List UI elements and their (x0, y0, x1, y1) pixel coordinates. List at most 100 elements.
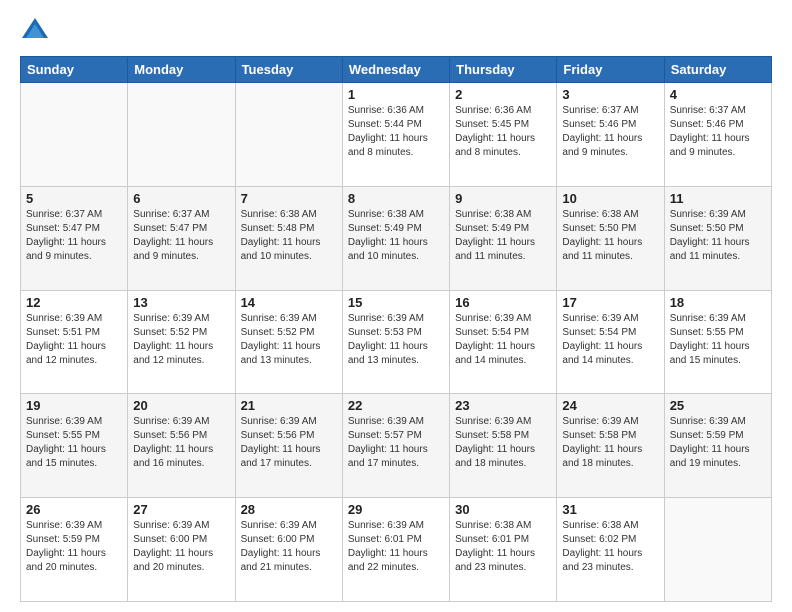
day-info: Sunrise: 6:39 AMSunset: 5:58 PMDaylight:… (562, 415, 658, 471)
logo-icon (20, 16, 50, 46)
table-row: 25 Sunrise: 6:39 AMSunset: 5:59 PMDayligh… (664, 394, 771, 498)
table-row: 16Sunrise: 6:39 AMSunset: 5:54 PMDayligh… (450, 290, 557, 394)
day-info: Sunrise: 6:39 AMSunset: 5:52 PMDaylight:… (133, 312, 229, 368)
col-monday: Monday (128, 57, 235, 83)
day-info: Sunrise: 6:39 AMSunset: 6:00 PMDaylight:… (241, 519, 337, 575)
day-info: Sunrise: 6:38 AMSunset: 5:48 PMDaylight:… (241, 208, 337, 264)
day-info: Sunrise: 6:39 AMSunset: 5:51 PMDaylight:… (26, 312, 122, 368)
table-row: 14 Sunrise: 6:39 AMSunset: 5:52 PMDayligh… (235, 290, 342, 394)
table-row: 30 Sunrise: 6:38 AMSunset: 6:01 PMDayligh… (450, 498, 557, 602)
table-row: 11Sunrise: 6:39 AMSunset: 5:50 PMDayligh… (664, 186, 771, 290)
day-number: 2 (455, 87, 551, 102)
day-info: Sunrise: 6:39 AMSunset: 5:57 PMDaylight:… (348, 415, 444, 471)
page: Sunday Monday Tuesday Wednesday Thursday… (0, 0, 792, 612)
table-row (128, 83, 235, 187)
table-row: 5 Sunrise: 6:37 AMSunset: 5:47 PMDaylight… (21, 186, 128, 290)
col-tuesday: Tuesday (235, 57, 342, 83)
day-number: 12 (26, 295, 122, 310)
day-info: Sunrise: 6:39 AMSunset: 5:56 PMDaylight:… (241, 415, 337, 471)
day-number: 20 (133, 398, 229, 413)
day-info: Sunrise: 6:36 AMSunset: 5:45 PMDaylight:… (455, 104, 551, 160)
calendar-week-row: 19 Sunrise: 6:39 AMSunset: 5:55 PMDayligh… (21, 394, 772, 498)
day-number: 26 (26, 502, 122, 517)
day-info: Sunrise: 6:37 AMSunset: 5:46 PMDaylight:… (562, 104, 658, 160)
day-number: 22 (348, 398, 444, 413)
day-info: Sunrise: 6:39 AMSunset: 5:53 PMDaylight:… (348, 312, 444, 368)
day-number: 21 (241, 398, 337, 413)
day-info: Sunrise: 6:38 AMSunset: 6:01 PMDaylight:… (455, 519, 551, 575)
day-info: Sunrise: 6:39 AMSunset: 6:01 PMDaylight:… (348, 519, 444, 575)
day-info: Sunrise: 6:39 AMSunset: 5:59 PMDaylight:… (26, 519, 122, 575)
table-row: 23 Sunrise: 6:39 AMSunset: 5:58 PMDayligh… (450, 394, 557, 498)
table-row: 13Sunrise: 6:39 AMSunset: 5:52 PMDayligh… (128, 290, 235, 394)
day-number: 23 (455, 398, 551, 413)
table-row: 19 Sunrise: 6:39 AMSunset: 5:55 PMDayligh… (21, 394, 128, 498)
calendar-week-row: 1 Sunrise: 6:36 AMSunset: 5:44 PMDaylight… (21, 83, 772, 187)
table-row: 17 Sunrise: 6:39 AMSunset: 5:54 PMDayligh… (557, 290, 664, 394)
table-row: 27 Sunrise: 6:39 AMSunset: 6:00 PMDayligh… (128, 498, 235, 602)
table-row: 31 Sunrise: 6:38 AMSunset: 6:02 PMDayligh… (557, 498, 664, 602)
table-row: 20Sunrise: 6:39 AMSunset: 5:56 PMDayligh… (128, 394, 235, 498)
table-row: 12 Sunrise: 6:39 AMSunset: 5:51 PMDayligh… (21, 290, 128, 394)
day-info: Sunrise: 6:39 AMSunset: 6:00 PMDaylight:… (133, 519, 229, 575)
day-number: 19 (26, 398, 122, 413)
day-info: Sunrise: 6:38 AMSunset: 5:49 PMDaylight:… (455, 208, 551, 264)
calendar-week-row: 5 Sunrise: 6:37 AMSunset: 5:47 PMDaylight… (21, 186, 772, 290)
day-info: Sunrise: 6:37 AMSunset: 5:47 PMDaylight:… (26, 208, 122, 264)
day-info: Sunrise: 6:39 AMSunset: 5:54 PMDaylight:… (455, 312, 551, 368)
day-info: Sunrise: 6:38 AMSunset: 5:50 PMDaylight:… (562, 208, 658, 264)
table-row: 3 Sunrise: 6:37 AMSunset: 5:46 PMDaylight… (557, 83, 664, 187)
col-thursday: Thursday (450, 57, 557, 83)
day-number: 7 (241, 191, 337, 206)
day-number: 8 (348, 191, 444, 206)
table-row (235, 83, 342, 187)
table-row: 10Sunrise: 6:38 AMSunset: 5:50 PMDayligh… (557, 186, 664, 290)
table-row: 2 Sunrise: 6:36 AMSunset: 5:45 PMDaylight… (450, 83, 557, 187)
day-info: Sunrise: 6:39 AMSunset: 5:50 PMDaylight:… (670, 208, 766, 264)
table-row (21, 83, 128, 187)
calendar-week-row: 26 Sunrise: 6:39 AMSunset: 5:59 PMDayligh… (21, 498, 772, 602)
header (20, 16, 772, 46)
day-number: 4 (670, 87, 766, 102)
day-info: Sunrise: 6:39 AMSunset: 5:54 PMDaylight:… (562, 312, 658, 368)
table-row: 28 Sunrise: 6:39 AMSunset: 6:00 PMDayligh… (235, 498, 342, 602)
table-row: 9Sunrise: 6:38 AMSunset: 5:49 PMDaylight… (450, 186, 557, 290)
day-info: Sunrise: 6:39 AMSunset: 5:55 PMDaylight:… (26, 415, 122, 471)
table-row: 29Sunrise: 6:39 AMSunset: 6:01 PMDayligh… (342, 498, 449, 602)
day-number: 30 (455, 502, 551, 517)
day-number: 1 (348, 87, 444, 102)
day-info: Sunrise: 6:38 AMSunset: 6:02 PMDaylight:… (562, 519, 658, 575)
day-info: Sunrise: 6:39 AMSunset: 5:52 PMDaylight:… (241, 312, 337, 368)
col-friday: Friday (557, 57, 664, 83)
col-wednesday: Wednesday (342, 57, 449, 83)
day-number: 31 (562, 502, 658, 517)
col-sunday: Sunday (21, 57, 128, 83)
day-info: Sunrise: 6:38 AMSunset: 5:49 PMDaylight:… (348, 208, 444, 264)
table-row: 6Sunrise: 6:37 AMSunset: 5:47 PMDaylight… (128, 186, 235, 290)
table-row: 15 Sunrise: 6:39 AMSunset: 5:53 PMDayligh… (342, 290, 449, 394)
day-info: Sunrise: 6:39 AMSunset: 5:55 PMDaylight:… (670, 312, 766, 368)
calendar-week-row: 12 Sunrise: 6:39 AMSunset: 5:51 PMDayligh… (21, 290, 772, 394)
table-row: 7 Sunrise: 6:38 AMSunset: 5:48 PMDaylight… (235, 186, 342, 290)
table-row: 21 Sunrise: 6:39 AMSunset: 5:56 PMDayligh… (235, 394, 342, 498)
table-row: 8 Sunrise: 6:38 AMSunset: 5:49 PMDaylight… (342, 186, 449, 290)
day-number: 27 (133, 502, 229, 517)
day-number: 17 (562, 295, 658, 310)
col-saturday: Saturday (664, 57, 771, 83)
calendar-table: Sunday Monday Tuesday Wednesday Thursday… (20, 56, 772, 602)
day-number: 3 (562, 87, 658, 102)
day-info: Sunrise: 6:36 AMSunset: 5:44 PMDaylight:… (348, 104, 444, 160)
table-row (664, 498, 771, 602)
day-info: Sunrise: 6:39 AMSunset: 5:59 PMDaylight:… (670, 415, 766, 471)
day-number: 24 (562, 398, 658, 413)
day-number: 14 (241, 295, 337, 310)
day-info: Sunrise: 6:39 AMSunset: 5:58 PMDaylight:… (455, 415, 551, 471)
day-number: 15 (348, 295, 444, 310)
day-number: 5 (26, 191, 122, 206)
day-info: Sunrise: 6:37 AMSunset: 5:46 PMDaylight:… (670, 104, 766, 160)
table-row: 26 Sunrise: 6:39 AMSunset: 5:59 PMDayligh… (21, 498, 128, 602)
table-row: 18Sunrise: 6:39 AMSunset: 5:55 PMDayligh… (664, 290, 771, 394)
day-number: 25 (670, 398, 766, 413)
day-number: 28 (241, 502, 337, 517)
table-row: 1 Sunrise: 6:36 AMSunset: 5:44 PMDaylight… (342, 83, 449, 187)
